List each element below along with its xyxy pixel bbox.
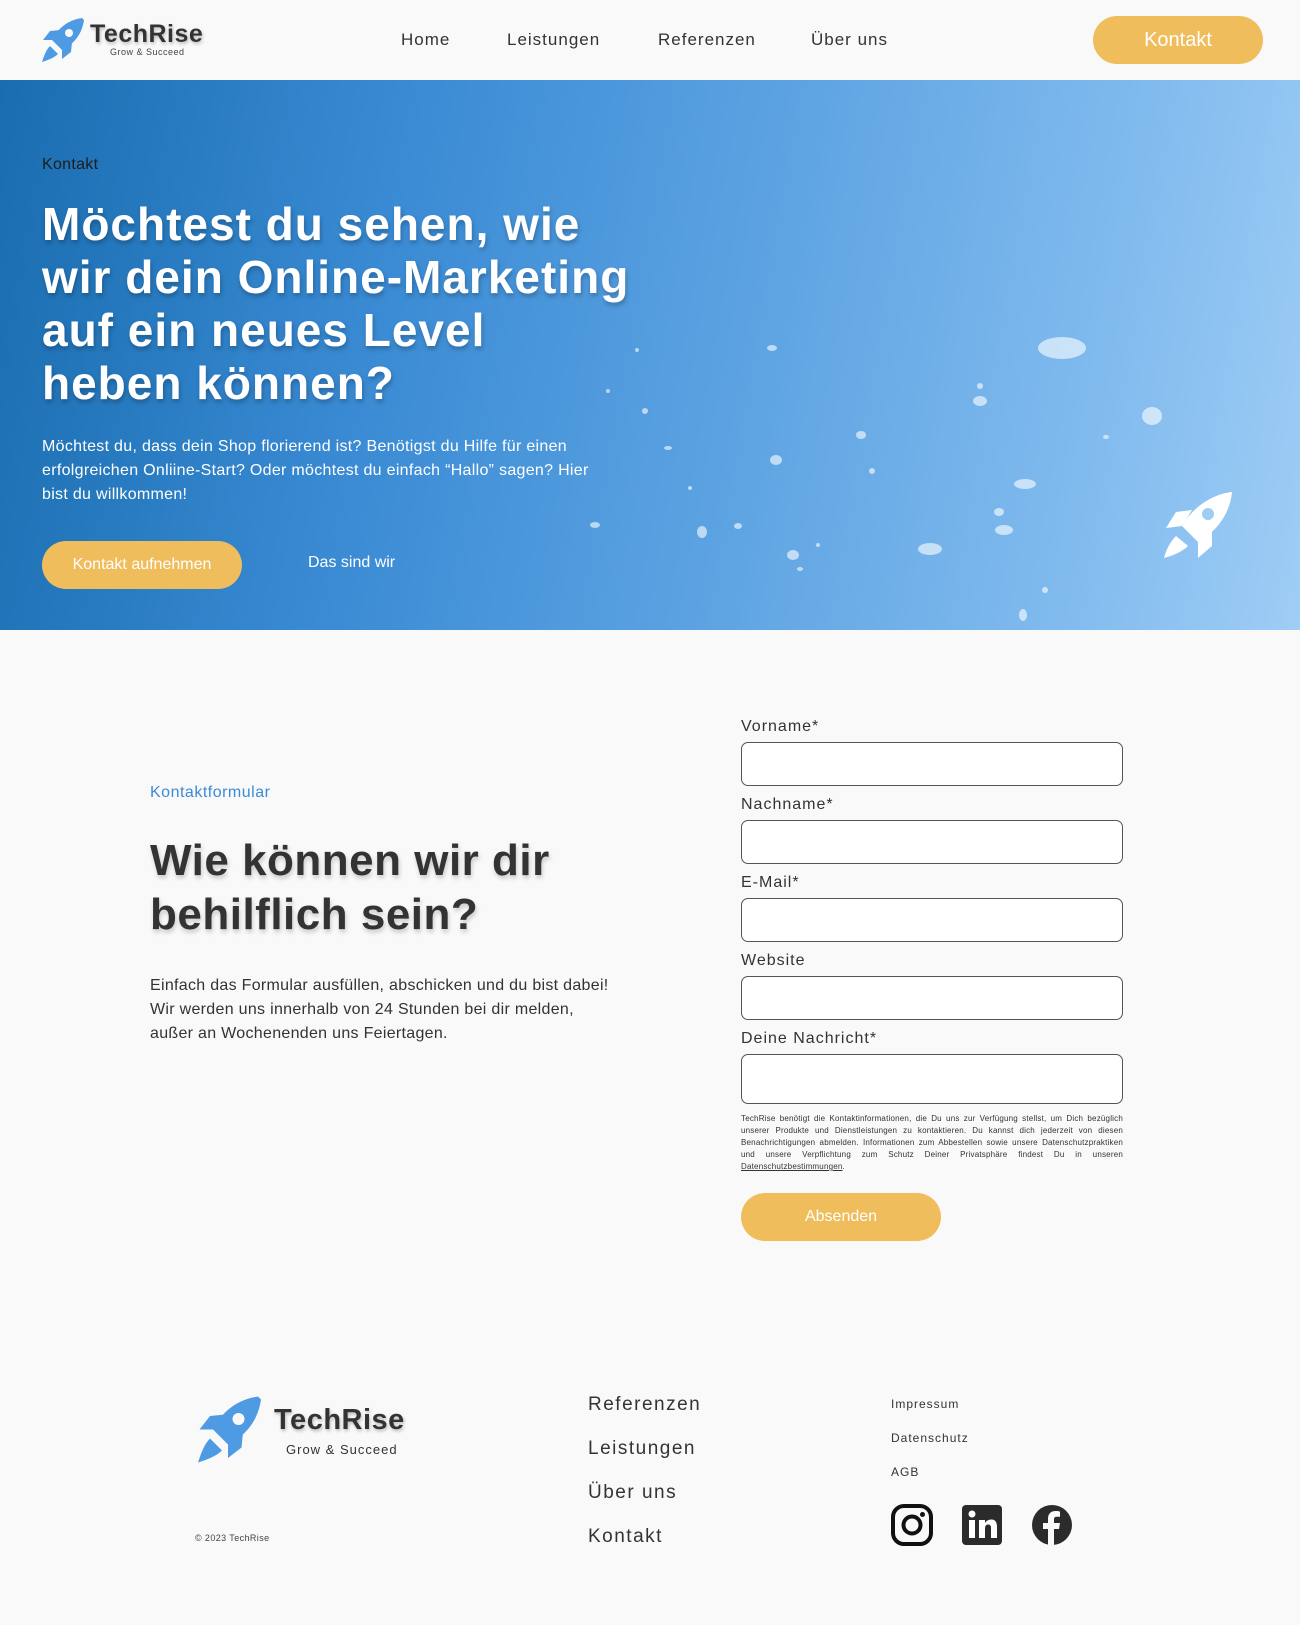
- privacy-link[interactable]: Datenschutz: [891, 1431, 969, 1445]
- footer-link-referenzen[interactable]: Referenzen: [588, 1394, 701, 1416]
- nav-leistungen[interactable]: Leistungen: [507, 30, 600, 50]
- contact-cta-button[interactable]: Kontakt aufnehmen: [42, 541, 242, 589]
- website-input[interactable]: [741, 976, 1123, 1020]
- rocket-icon: [198, 1396, 261, 1463]
- hero-section: Kontakt Möchtest du sehen, wie wir dein …: [0, 80, 1300, 630]
- email-field: E-Mail*: [741, 874, 1123, 942]
- hero-text: Möchtest du, dass dein Shop florierend i…: [42, 438, 589, 503]
- instagram-icon[interactable]: [891, 1504, 933, 1546]
- copyright: © 2023 TechRise: [195, 1533, 270, 1543]
- first-name-input[interactable]: [741, 742, 1123, 786]
- message-textarea[interactable]: [741, 1054, 1123, 1104]
- footer-link-kontakt[interactable]: Kontakt: [588, 1526, 663, 1548]
- email-label: E-Mail*: [741, 874, 800, 891]
- contact-eyebrow: Kontaktformular: [150, 784, 271, 801]
- hero-eyebrow: Kontakt: [42, 156, 99, 173]
- last-name-input[interactable]: [741, 820, 1123, 864]
- website-field: Website: [741, 952, 1123, 1020]
- first-name-field: Vorname*: [741, 718, 1123, 786]
- website-label: Website: [741, 952, 806, 969]
- imprint-link[interactable]: Impressum: [891, 1397, 959, 1411]
- last-name-label: Nachname*: [741, 796, 834, 813]
- nav-referenzen[interactable]: Referenzen: [658, 30, 756, 50]
- disclaimer-end: .: [842, 1162, 845, 1171]
- nav-home[interactable]: Home: [401, 30, 450, 50]
- linkedin-icon[interactable]: [961, 1504, 1003, 1546]
- last-name-field: Nachname*: [741, 796, 1123, 864]
- terms-link[interactable]: AGB: [891, 1465, 919, 1479]
- contact-button[interactable]: Kontakt: [1093, 16, 1263, 64]
- email-input[interactable]: [741, 898, 1123, 942]
- facebook-icon[interactable]: [1031, 1504, 1073, 1546]
- footer-brand-tagline: Grow & Succeed: [286, 1442, 398, 1457]
- submit-button[interactable]: Absenden: [741, 1193, 941, 1241]
- message-label: Deine Nachricht*: [741, 1030, 878, 1047]
- privacy-disclaimer: TechRise benötigt die Kontaktinformation…: [741, 1113, 1123, 1173]
- footer-logo[interactable]: TechRise Grow & Succeed: [192, 1392, 422, 1472]
- nav-ueber-uns[interactable]: Über uns: [811, 30, 888, 50]
- contact-title: Wie können wir dir behilflich sein?: [150, 836, 550, 939]
- hero-rocket-icon: [1164, 492, 1232, 558]
- disclaimer-text: TechRise benötigt die Kontaktinformation…: [741, 1114, 1123, 1159]
- footer-link-ueber-uns[interactable]: Über uns: [588, 1482, 677, 1504]
- contact-text: Einfach das Formular ausfüllen, abschick…: [150, 977, 609, 1042]
- privacy-policy-link[interactable]: Datenschutzbestimmungen: [741, 1162, 843, 1171]
- message-field: Deine Nachricht*: [741, 1030, 1123, 1104]
- site-header: TechRise Grow & Succeed Home Leistungen …: [0, 0, 1300, 80]
- footer-brand-name: TechRise: [274, 1404, 405, 1436]
- first-name-label: Vorname*: [741, 718, 820, 735]
- hero-title: Möchtest du sehen, wie wir dein Online-M…: [42, 198, 630, 409]
- about-link[interactable]: Das sind wir: [308, 554, 395, 572]
- footer-link-leistungen[interactable]: Leistungen: [588, 1438, 696, 1460]
